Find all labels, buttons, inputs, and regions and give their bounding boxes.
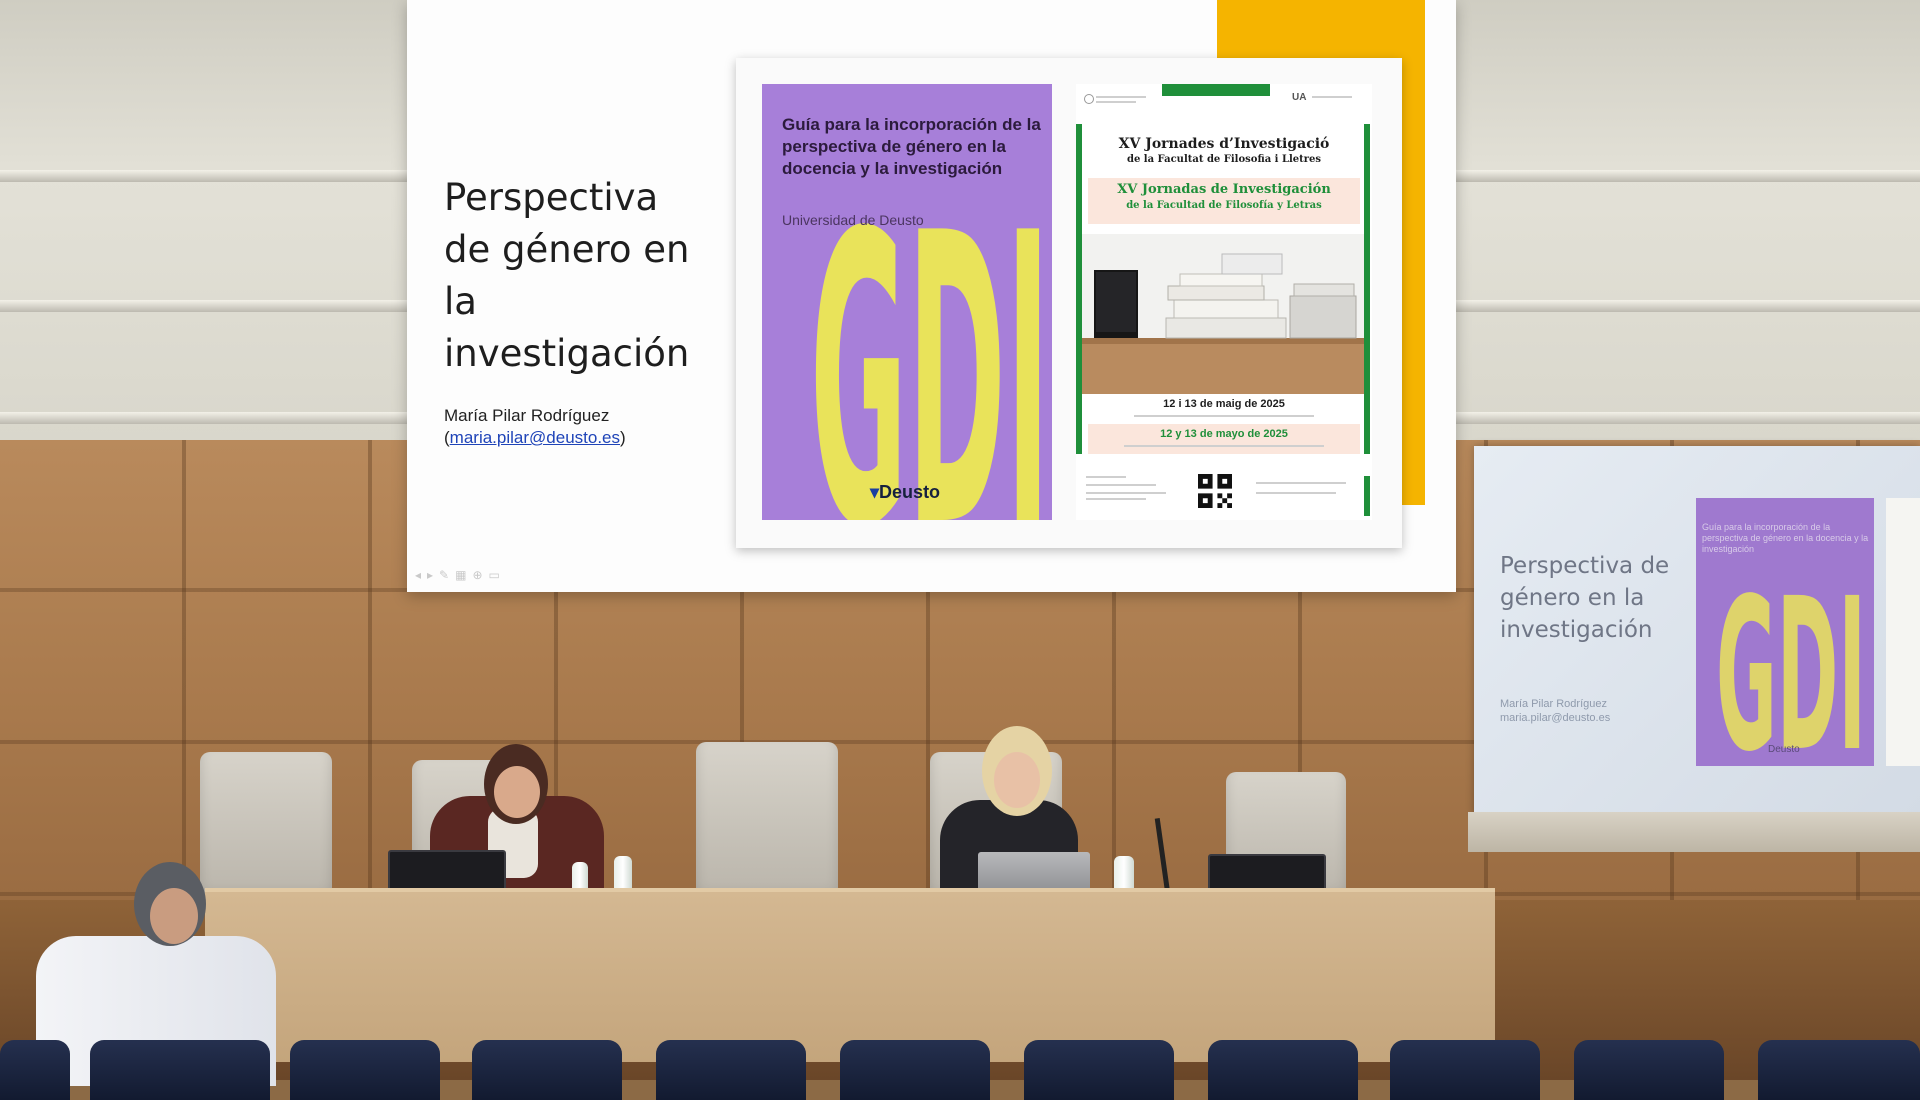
book-cover-brand-text: Deusto (879, 482, 941, 502)
side-cover-brand: Deusto (1768, 744, 1800, 755)
svg-text:GDI: GDI (810, 150, 1050, 520)
panelist-right-face (994, 752, 1040, 808)
side-slide-author: María Pilar Rodríguez (1500, 698, 1607, 710)
poster-subtitle-ca: de la Facultat de Filosofia i Lletres (1126, 154, 1322, 165)
audience-member-neck (150, 888, 198, 944)
deusto-logo-icon: ▾ (870, 482, 880, 502)
poster-subtitle-es: de la Facultad de Filosofía y Letras (1126, 200, 1322, 211)
slide-author: María Pilar Rodríguez (444, 406, 610, 425)
event-poster: UA XV Jornades d’Investigació de la Facu… (1076, 84, 1372, 520)
poster-place-ca (1086, 412, 1362, 417)
poster-green-bar (1162, 84, 1270, 96)
poster-fine-print (1096, 96, 1146, 98)
poster-title-ca: XV Jornades d’Investigació (1118, 136, 1330, 152)
audience-seat (1758, 1040, 1920, 1100)
poster-green-bar (1364, 476, 1370, 516)
audience-seat (1208, 1040, 1358, 1100)
audience-seat (1024, 1040, 1174, 1100)
side-book-cover: GDI Guía para la incorporación de la per… (1696, 498, 1874, 766)
chair (696, 742, 838, 902)
poster-fine-print (1086, 492, 1166, 494)
panelist-left-face (494, 766, 540, 818)
book-cover-brand: ▾Deusto (870, 482, 940, 503)
poster-title-es: XV Jornadas de Investigación (1117, 182, 1331, 197)
poster-desk-photo (1082, 234, 1364, 394)
slide-title: Perspectiva de género en la investigació… (444, 176, 690, 375)
water-bottle (614, 856, 632, 892)
side-cover-title: Guía para la incorporación de la perspec… (1702, 522, 1869, 554)
side-poster-edge (1886, 498, 1920, 766)
slide-email-line: (maria.pilar@deusto.es) (444, 428, 626, 448)
book-cover: GDI Guía para la incorporación de la per… (762, 84, 1052, 520)
poster-ua-logo: UA (1292, 92, 1307, 103)
audience-seat (472, 1040, 622, 1100)
water-bottle (1114, 856, 1134, 892)
svg-text:GDI: GDI (1716, 553, 1866, 766)
poster-fine-print (1086, 484, 1156, 486)
panel-table (205, 888, 1495, 1062)
book-cover-title: Guía para la incorporación de la perspec… (782, 115, 1041, 178)
book-cover-subtitle: Universidad de Deusto (782, 212, 924, 228)
poster-green-bar (1364, 124, 1370, 454)
poster-fine-print (1256, 492, 1336, 494)
side-screen-frame (1468, 812, 1920, 852)
side-slide-email: maria.pilar@deusto.es (1500, 712, 1611, 724)
audience-seat (1574, 1040, 1724, 1100)
side-slide-title: Perspectiva de género en la investigació… (1500, 553, 1670, 643)
poster-fine-print (1086, 498, 1146, 500)
qr-code-icon (1198, 474, 1232, 508)
poster-fine-print (1096, 101, 1136, 103)
chair (200, 752, 332, 902)
poster-place-es (1086, 442, 1362, 447)
audience-seat (656, 1040, 806, 1100)
audience-seat (290, 1040, 440, 1100)
audience-seat (90, 1040, 270, 1100)
slide-email-link[interactable]: maria.pilar@deusto.es (450, 428, 620, 447)
poster-fine-print (1312, 96, 1352, 98)
audience-seat (840, 1040, 990, 1100)
slide-controls[interactable]: ◂▸✎▦⊕▭ (415, 568, 506, 582)
poster-fine-print (1256, 482, 1346, 484)
projected-slide: Perspectiva de género en la investigació… (407, 0, 1456, 592)
side-screen: Perspectiva de género en la investigació… (1474, 446, 1920, 816)
poster-dates-es: 12 y 13 de mayo de 2025 (1160, 428, 1288, 440)
email-paren-close: ) (620, 428, 626, 447)
poster-dates-ca: 12 i 13 de maig de 2025 (1163, 398, 1285, 410)
audience-seat (0, 1040, 70, 1100)
audience-seat (1390, 1040, 1540, 1100)
slide-image-card: GDI Guía para la incorporación de la per… (736, 58, 1402, 548)
university-seal-icon (1084, 94, 1094, 104)
poster-fine-print (1086, 476, 1126, 478)
